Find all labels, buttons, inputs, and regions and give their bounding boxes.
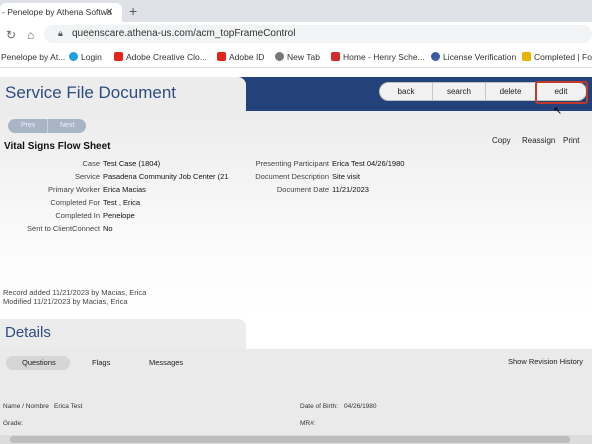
url-field[interactable]: 🔒︎ queenscare.athena-us.com/acm_topFrame… bbox=[44, 25, 592, 43]
tab-messages[interactable]: Messages bbox=[149, 358, 183, 367]
name-value: Erica Test bbox=[54, 403, 83, 410]
document-title: Vital Signs Flow Sheet bbox=[4, 141, 111, 152]
grade-label: Grade: bbox=[3, 420, 23, 427]
dob-value: 04/26/1980 bbox=[344, 403, 377, 410]
document-description-label: Document Description bbox=[255, 172, 329, 181]
app-area: Service File Document back search delete… bbox=[0, 68, 592, 444]
url-text: queenscare.athena-us.com/acm_topFrameCon… bbox=[72, 28, 296, 39]
dob-label: Date of Birth: bbox=[300, 403, 338, 410]
primary-worker-label: Primary Worker bbox=[48, 185, 100, 194]
lock-icon: 🔒︎ bbox=[58, 28, 63, 38]
download-icon bbox=[522, 52, 531, 61]
service-label: Service bbox=[74, 172, 100, 181]
home-icon[interactable]: ⌂ bbox=[27, 28, 34, 42]
tab-flags[interactable]: Flags bbox=[92, 358, 110, 367]
bookmark-adobe-id[interactable]: Adobe ID bbox=[217, 52, 264, 62]
salesforce-cloud-icon bbox=[69, 52, 78, 61]
service-value: Pasadena Community Job Center (21 bbox=[103, 172, 229, 181]
details-panel bbox=[0, 349, 592, 444]
presenting-participant-value: Erica Test 04/26/1980 bbox=[332, 159, 405, 168]
bookmark-penelope[interactable]: Penelope by At... bbox=[1, 52, 65, 62]
delete-button[interactable]: delete bbox=[486, 83, 536, 100]
print-link[interactable]: Print bbox=[563, 136, 579, 145]
reassign-link[interactable]: Reassign bbox=[522, 136, 555, 145]
document-date-value: 11/21/2023 bbox=[332, 185, 369, 194]
sent-to-clientconnect-value: No bbox=[103, 224, 113, 233]
reload-icon[interactable]: ↻ bbox=[6, 28, 16, 42]
completed-for-label: Completed For bbox=[50, 198, 100, 207]
license-icon bbox=[431, 52, 440, 61]
document-date-label: Document Date bbox=[276, 185, 329, 194]
bookmark-new-tab[interactable]: New Tab bbox=[275, 52, 320, 62]
close-icon[interactable]: ✕ bbox=[105, 7, 113, 18]
modified-text: Modified 11/21/2023 by Macias, Erica bbox=[3, 297, 128, 306]
tab-title: - Penelope by Athena Softwa bbox=[2, 7, 112, 17]
completed-in-label: Completed In bbox=[55, 211, 100, 220]
prev-next-group: Prev Next bbox=[8, 119, 86, 133]
primary-worker-value: Erica Macias bbox=[103, 185, 146, 194]
presenting-participant-label: Presenting Participant bbox=[255, 159, 329, 168]
henry-schein-icon bbox=[331, 52, 340, 61]
show-revision-history-link[interactable]: Show Revision History bbox=[508, 357, 583, 366]
back-button[interactable]: back bbox=[380, 83, 433, 100]
tab-questions[interactable]: Questions bbox=[22, 358, 56, 367]
prev-button[interactable]: Prev bbox=[21, 122, 35, 129]
completed-in-value: Penelope bbox=[103, 211, 135, 220]
scrollbar-thumb[interactable] bbox=[10, 436, 570, 443]
case-label: Case bbox=[82, 159, 100, 168]
name-label: Name / Nombre bbox=[3, 403, 49, 410]
case-value: Test Case (1804) bbox=[103, 159, 161, 168]
adobe-icon bbox=[217, 52, 226, 61]
divider bbox=[47, 119, 48, 133]
edit-highlight bbox=[535, 81, 588, 104]
bookmark-login[interactable]: Login bbox=[69, 52, 102, 62]
new-tab-icon[interactable]: + bbox=[129, 3, 137, 19]
bookmark-completed-forms[interactable]: Completed | Forms bbox=[522, 52, 592, 62]
search-button[interactable]: search bbox=[433, 83, 486, 100]
bookmarks-bar: Penelope by At... Login Adobe Creative C… bbox=[0, 46, 592, 68]
page-title: Service File Document bbox=[5, 83, 177, 102]
browser-tab[interactable]: - Penelope by Athena Softwa ✕ bbox=[0, 3, 122, 22]
sent-to-clientconnect-label: Sent to ClientConnect bbox=[27, 224, 100, 233]
globe-icon bbox=[275, 52, 284, 61]
horizontal-scrollbar[interactable] bbox=[0, 435, 592, 444]
mouse-cursor-icon: ↖ bbox=[553, 105, 563, 117]
details-title: Details bbox=[5, 324, 51, 341]
next-button[interactable]: Next bbox=[60, 122, 74, 129]
completed-for-value: Test , Erica bbox=[103, 198, 141, 207]
bookmark-license-verification[interactable]: License Verification bbox=[431, 52, 516, 62]
bookmark-henry-schein[interactable]: Home - Henry Sche... bbox=[331, 52, 425, 62]
record-added-text: Record added 11/21/2023 by Macias, Erica bbox=[3, 288, 147, 297]
bookmark-adobe-creative-cloud[interactable]: Adobe Creative Clo... bbox=[114, 52, 207, 62]
browser-tab-bar: - Penelope by Athena Softwa ✕ + bbox=[0, 0, 592, 22]
address-bar-row: ↻ ⌂ 🔒︎ queenscare.athena-us.com/acm_topF… bbox=[0, 22, 592, 46]
copy-link[interactable]: Copy bbox=[492, 136, 511, 145]
document-description-value: Site visit bbox=[332, 172, 360, 181]
mr-label: MR#: bbox=[300, 420, 316, 427]
adobe-icon bbox=[114, 52, 123, 61]
